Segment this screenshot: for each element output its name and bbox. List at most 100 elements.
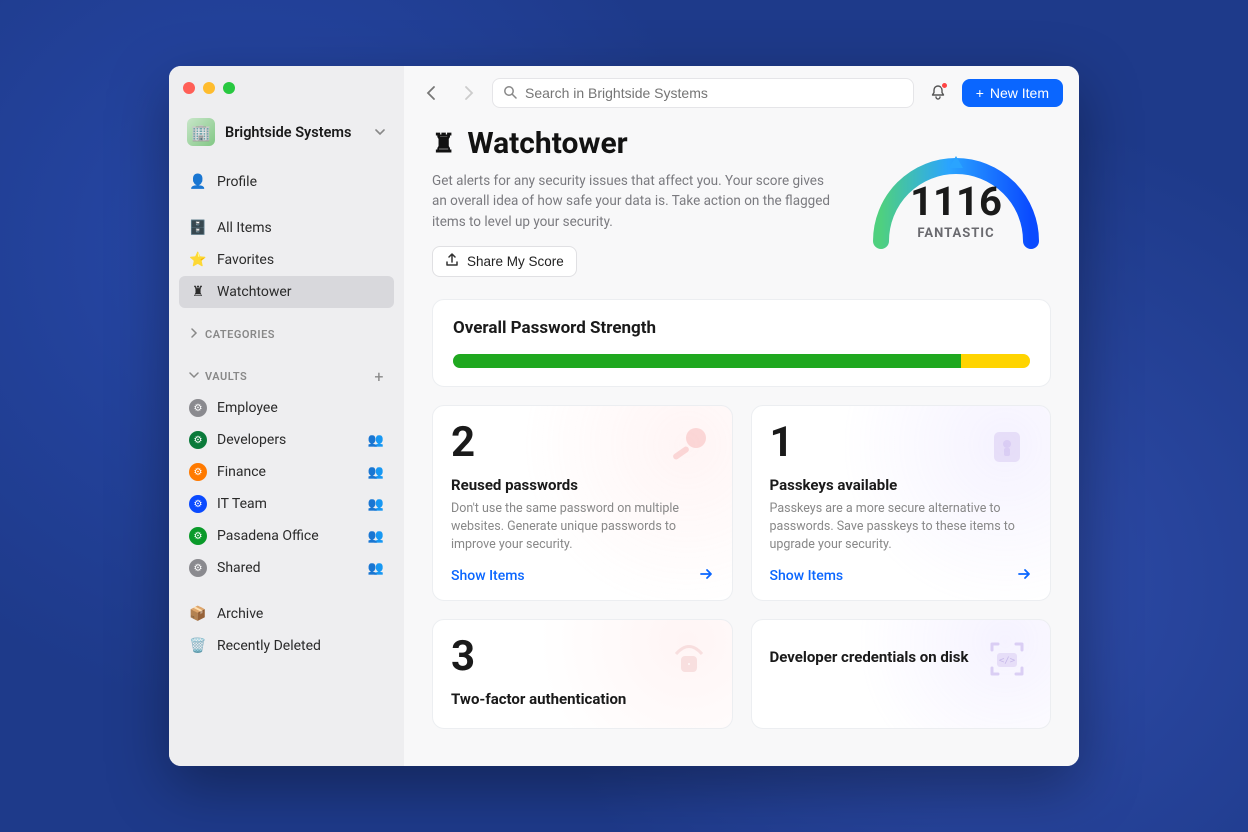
sidebar-item-profile[interactable]: 👤 Profile [179, 166, 394, 198]
chevron-down-icon [189, 370, 199, 383]
sidebar-vault-employee[interactable]: ⚙ Employee [179, 392, 394, 424]
arrow-right-icon [698, 566, 714, 586]
sidebar-vault-shared[interactable]: ⚙ Shared 👥 [179, 552, 394, 584]
overall-strength-card: Overall Password Strength [432, 299, 1051, 387]
search-field[interactable] [492, 78, 914, 108]
vault-label: Developers [217, 432, 358, 448]
archive-icon: 📦 [189, 605, 207, 623]
minimize-window[interactable] [203, 82, 215, 94]
chevron-down-icon [374, 123, 386, 142]
categories-header[interactable]: CATEGORIES [179, 322, 394, 347]
topbar: + New Item [404, 66, 1079, 120]
back-button[interactable] [420, 81, 444, 105]
hero: ♜ Watchtower Get alerts for any security… [432, 126, 1051, 277]
show-items-label: Show Items [451, 568, 525, 584]
notification-badge [941, 82, 948, 89]
vault-icon: ⚙ [189, 527, 207, 545]
arrow-right-icon [1016, 566, 1032, 586]
share-icon [445, 253, 459, 270]
sidebar-vault-developers[interactable]: ⚙ Developers 👥 [179, 424, 394, 456]
sidebar-item-watchtower[interactable]: ♜ Watchtower [179, 276, 394, 308]
issue-title: Passkeys available [770, 476, 1033, 494]
strength-bar [453, 354, 1030, 368]
vault-icon: ⚙ [189, 495, 207, 513]
passkey-icon [982, 420, 1032, 470]
issue-description: Don't use the same password on multiple … [451, 500, 714, 554]
issue-card-reused-passwords: 2 Reused passwords Don't use the same pa… [432, 405, 733, 601]
vault-label: Pasadena Office [217, 528, 358, 544]
lock-icon [664, 634, 714, 684]
show-items-link[interactable]: Show Items [451, 566, 714, 586]
sidebar-item-label: Favorites [217, 252, 384, 268]
sidebar-item-all-items[interactable]: 🗄️ All Items [179, 212, 394, 244]
window-controls [179, 80, 394, 112]
content-scroll: ♜ Watchtower Get alerts for any security… [404, 120, 1079, 766]
strength-segment-strong [453, 354, 961, 368]
show-items-link[interactable]: Show Items [770, 566, 1033, 586]
sidebar-item-deleted[interactable]: 🗑️ Recently Deleted [179, 630, 394, 662]
shared-icon: 👥 [368, 529, 384, 544]
profile-icon: 👤 [189, 173, 207, 191]
score-label: FANTASTIC [861, 226, 1051, 241]
sidebar-item-label: Recently Deleted [217, 638, 384, 654]
notifications-button[interactable] [926, 81, 950, 105]
page-title-text: Watchtower [467, 126, 627, 161]
vault-label: Employee [217, 400, 384, 416]
sidebar-item-label: Archive [217, 606, 384, 622]
new-item-button[interactable]: + New Item [962, 79, 1063, 107]
page-title: ♜ Watchtower [432, 126, 831, 161]
issues-grid: 2 Reused passwords Don't use the same pa… [432, 405, 1051, 729]
sidebar-item-label: All Items [217, 220, 384, 236]
issue-title: Reused passwords [451, 476, 714, 494]
sidebar-item-archive[interactable]: 📦 Archive [179, 598, 394, 630]
issue-card-2fa: 3 Two-factor authentication [432, 619, 733, 729]
chevron-right-icon [189, 328, 199, 341]
sidebar-item-favorites[interactable]: ⭐ Favorites [179, 244, 394, 276]
key-icon [664, 420, 714, 470]
add-vault-button[interactable]: + [374, 367, 384, 386]
strength-segment-medium [961, 354, 1030, 368]
shared-icon: 👥 [368, 497, 384, 512]
account-icon: 🏢 [187, 118, 215, 146]
section-label: CATEGORIES [205, 328, 275, 341]
search-icon [503, 84, 517, 103]
main-content: + New Item ♜ Watchtower Get alerts for a… [404, 66, 1079, 766]
overall-strength-title: Overall Password Strength [453, 318, 1030, 338]
close-window[interactable] [183, 82, 195, 94]
tower-icon: ♜ [189, 283, 207, 301]
page-description: Get alerts for any security issues that … [432, 171, 831, 232]
vaults-header[interactable]: VAULTS + [179, 361, 394, 392]
sidebar: 🏢 Brightside Systems 👤 Profile 🗄️ All It… [169, 66, 404, 766]
plus-icon: + [976, 85, 984, 101]
tower-icon: ♜ [432, 129, 455, 159]
sidebar-item-label: Watchtower [217, 284, 384, 300]
vault-icon: ⚙ [189, 559, 207, 577]
trash-icon: 🗑️ [189, 637, 207, 655]
code-icon: </> [982, 634, 1032, 684]
search-input[interactable] [525, 85, 903, 101]
star-icon: ⭐ [189, 251, 207, 269]
section-label: VAULTS [205, 370, 247, 383]
sidebar-vault-finance[interactable]: ⚙ Finance 👥 [179, 456, 394, 488]
share-score-button[interactable]: Share My Score [432, 246, 577, 277]
sidebar-vault-it-team[interactable]: ⚙ IT Team 👥 [179, 488, 394, 520]
shared-icon: 👥 [368, 433, 384, 448]
account-switcher[interactable]: 🏢 Brightside Systems [179, 112, 394, 152]
forward-button[interactable] [456, 81, 480, 105]
shared-icon: 👥 [368, 465, 384, 480]
vault-icon: ⚙ [189, 431, 207, 449]
score-gauge: 1116 FANTASTIC [861, 126, 1051, 256]
app-window: 🏢 Brightside Systems 👤 Profile 🗄️ All It… [169, 66, 1079, 766]
fullscreen-window[interactable] [223, 82, 235, 94]
svg-text:</>: </> [999, 656, 1016, 666]
vault-label: Finance [217, 464, 358, 480]
sidebar-item-label: Profile [217, 174, 384, 190]
all-items-icon: 🗄️ [189, 219, 207, 237]
issue-description: Passkeys are a more secure alternative t… [770, 500, 1033, 554]
account-name: Brightside Systems [225, 124, 364, 141]
issue-card-dev-credentials: </> Developer credentials on disk [751, 619, 1052, 729]
sidebar-vault-pasadena[interactable]: ⚙ Pasadena Office 👥 [179, 520, 394, 552]
issue-title: Two-factor authentication [451, 690, 714, 708]
vault-label: Shared [217, 560, 358, 576]
issue-card-passkeys: 1 Passkeys available Passkeys are a more… [751, 405, 1052, 601]
